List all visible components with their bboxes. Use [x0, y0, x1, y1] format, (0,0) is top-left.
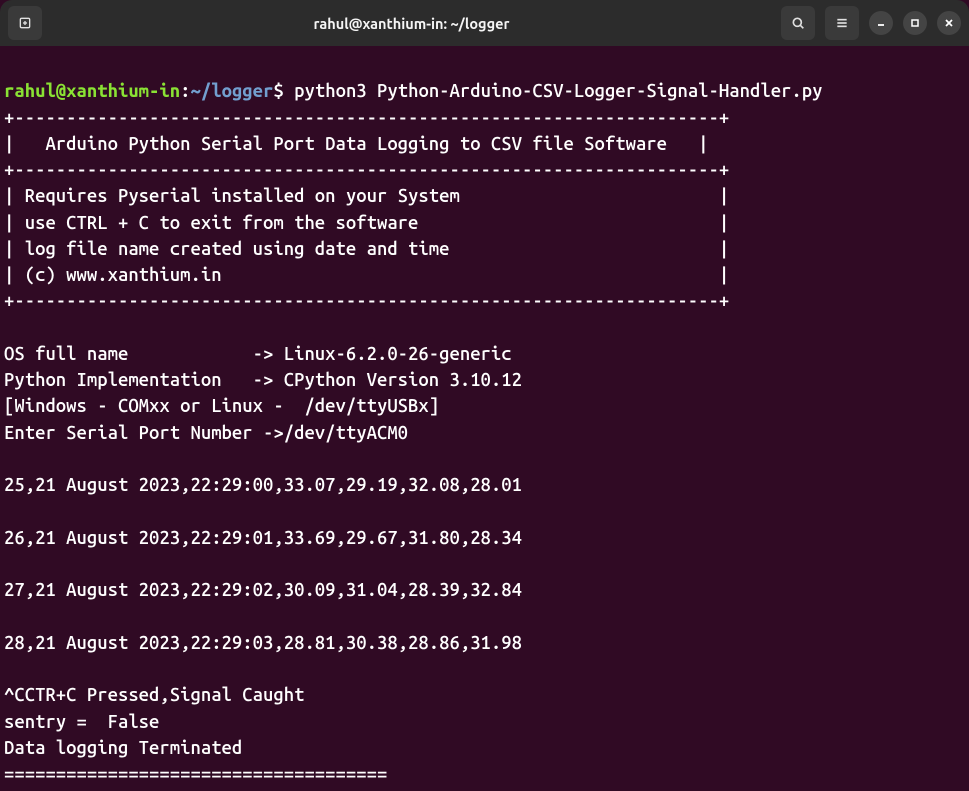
prompt-user: rahul@xanthium-in: [4, 81, 180, 101]
maximize-icon: [910, 18, 920, 28]
data-row: 26,21 August 2023,22:29:01,33.69,29.67,3…: [4, 528, 522, 548]
search-button[interactable]: [781, 6, 815, 40]
new-tab-icon: [17, 15, 33, 31]
terminated-line: Data logging Terminated: [4, 738, 242, 758]
hamburger-icon: [834, 15, 850, 31]
titlebar-left-controls: [8, 6, 42, 40]
maximize-button[interactable]: [903, 11, 927, 35]
port-hint-line: [Windows - COMxx or Linux - /dev/ttyUSBx…: [4, 396, 439, 416]
footer-separator: =====================================: [4, 764, 387, 784]
search-icon: [790, 15, 806, 31]
command: python3 Python-Arduino-CSV-Logger-Signal…: [294, 81, 822, 101]
banner-line3: | log file name created using date and t…: [4, 239, 729, 259]
banner-title: | Arduino Python Serial Port Data Loggin…: [4, 134, 708, 154]
titlebar-right-controls: [781, 6, 961, 40]
data-row: 25,21 August 2023,22:29:00,33.07,29.19,3…: [4, 475, 522, 495]
close-icon: [944, 18, 954, 28]
window-title: rahul@xanthium-in: ~/logger: [50, 15, 773, 32]
sentry-line: sentry = False: [4, 712, 159, 732]
banner-border-mid: +---------------------------------------…: [4, 160, 729, 180]
banner-line4: | (c) www.xanthium.in |: [4, 265, 729, 285]
signal-caught-line: ^CCTR+C Pressed,Signal Caught: [4, 685, 304, 705]
data-row: 28,21 August 2023,22:29:03,28.81,30.38,2…: [4, 633, 522, 653]
menu-button[interactable]: [825, 6, 859, 40]
banner-border-bottom: +---------------------------------------…: [4, 291, 729, 311]
banner-line1: | Requires Pyserial installed on your Sy…: [4, 186, 729, 206]
close-button[interactable]: [937, 11, 961, 35]
prompt-separator: :: [180, 81, 190, 101]
command-text: [284, 81, 294, 101]
banner-border-top: +---------------------------------------…: [4, 108, 729, 128]
os-info-line: OS full name -> Linux-6.2.0-26-generic: [4, 344, 512, 364]
new-tab-button[interactable]: [8, 6, 42, 40]
prompt-symbol: $: [273, 81, 283, 101]
window-titlebar: rahul@xanthium-in: ~/logger: [0, 0, 969, 46]
terminal-body[interactable]: rahul@xanthium-in:~/logger$ python3 Pyth…: [0, 46, 969, 791]
minimize-icon: [876, 18, 886, 28]
banner-line2: | use CTRL + C to exit from the software…: [4, 213, 729, 233]
prompt-path: ~/logger: [191, 81, 274, 101]
serial-prompt-line: Enter Serial Port Number ->/dev/ttyACM0: [4, 423, 408, 443]
python-info-line: Python Implementation -> CPython Version…: [4, 370, 522, 390]
minimize-button[interactable]: [869, 11, 893, 35]
data-row: 27,21 August 2023,22:29:02,30.09,31.04,2…: [4, 580, 522, 600]
